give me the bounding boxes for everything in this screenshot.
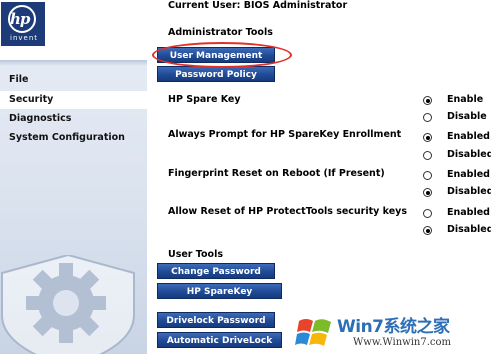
sparekey-prompt-disabled-label: Disabled bbox=[447, 149, 491, 160]
user-tools-title: User Tools bbox=[168, 249, 223, 260]
hp-spare-key-disable-radio[interactable] bbox=[423, 113, 432, 122]
fingerprint-reset-disabled-label: Disabled bbox=[447, 186, 491, 197]
admin-tools-title: Administrator Tools bbox=[168, 27, 273, 38]
watermark: Win7系统之家 Www.Winwin7.com bbox=[291, 310, 491, 354]
hp-tagline: invent bbox=[10, 34, 39, 42]
fingerprint-reset-disabled-radio[interactable] bbox=[423, 188, 432, 197]
sidebar: hp invent File Security Diagnostics Syst… bbox=[0, 0, 147, 354]
sparekey-prompt-enabled-label: Enabled bbox=[447, 131, 490, 142]
protecttools-reset-disabled-label: Disabled bbox=[447, 224, 491, 235]
security-shield-gear-icon bbox=[0, 255, 135, 354]
hp-logo: hp invent bbox=[1, 2, 45, 46]
watermark-url: Www.Winwin7.com bbox=[353, 337, 451, 348]
protecttools-reset-label: Allow Reset of HP ProtectTools security … bbox=[168, 206, 408, 217]
automatic-drivelock-button[interactable]: Automatic DriveLock bbox=[157, 332, 282, 348]
protecttools-reset-disabled-radio[interactable] bbox=[423, 226, 432, 235]
sidebar-item-system-configuration[interactable]: System Configuration bbox=[0, 129, 147, 147]
sidebar-separator bbox=[0, 60, 147, 66]
sparekey-enrollment-prompt-label: Always Prompt for HP SpareKey Enrollment bbox=[168, 129, 402, 140]
fingerprint-reset-enabled-label: Enabled bbox=[447, 169, 490, 180]
sidebar-item-security[interactable]: Security bbox=[0, 91, 147, 109]
protecttools-reset-enabled-label: Enabled bbox=[447, 207, 490, 218]
sidebar-item-file[interactable]: File bbox=[0, 71, 147, 89]
fingerprint-reset-enabled-radio[interactable] bbox=[423, 171, 432, 180]
hp-spare-key-disable-label: Disable bbox=[447, 111, 487, 122]
hp-sparekey-enrollment-button[interactable]: HP SpareKey Enrollment bbox=[157, 283, 282, 313]
windows-logo-icon bbox=[295, 319, 331, 346]
change-password-button[interactable]: Change Password bbox=[157, 263, 275, 279]
sparekey-prompt-disabled-radio[interactable] bbox=[423, 151, 432, 160]
fingerprint-reset-label: Fingerprint Reset on Reboot (If Present) bbox=[168, 168, 385, 179]
security-panel: Current User: BIOS Administrator Adminis… bbox=[147, 0, 491, 354]
drivelock-password-button[interactable]: Drivelock Password bbox=[157, 312, 275, 328]
highlight-annotation bbox=[152, 42, 292, 68]
hp-spare-key-enable-radio[interactable] bbox=[423, 96, 432, 105]
hp-spare-key-label: HP Spare Key bbox=[168, 94, 241, 105]
current-user-label: Current User: BIOS Administrator bbox=[168, 0, 348, 11]
watermark-brand: Win7系统之家 bbox=[337, 317, 450, 337]
password-policy-button[interactable]: Password Policy bbox=[157, 66, 275, 82]
hp-spare-key-enable-label: Enable bbox=[447, 94, 484, 105]
hp-logo-text: hp bbox=[10, 10, 30, 28]
logo-area: hp invent bbox=[0, 0, 147, 60]
sparekey-prompt-enabled-radio[interactable] bbox=[423, 133, 432, 142]
protecttools-reset-enabled-radio[interactable] bbox=[423, 209, 432, 218]
sidebar-item-diagnostics[interactable]: Diagnostics bbox=[0, 110, 147, 128]
